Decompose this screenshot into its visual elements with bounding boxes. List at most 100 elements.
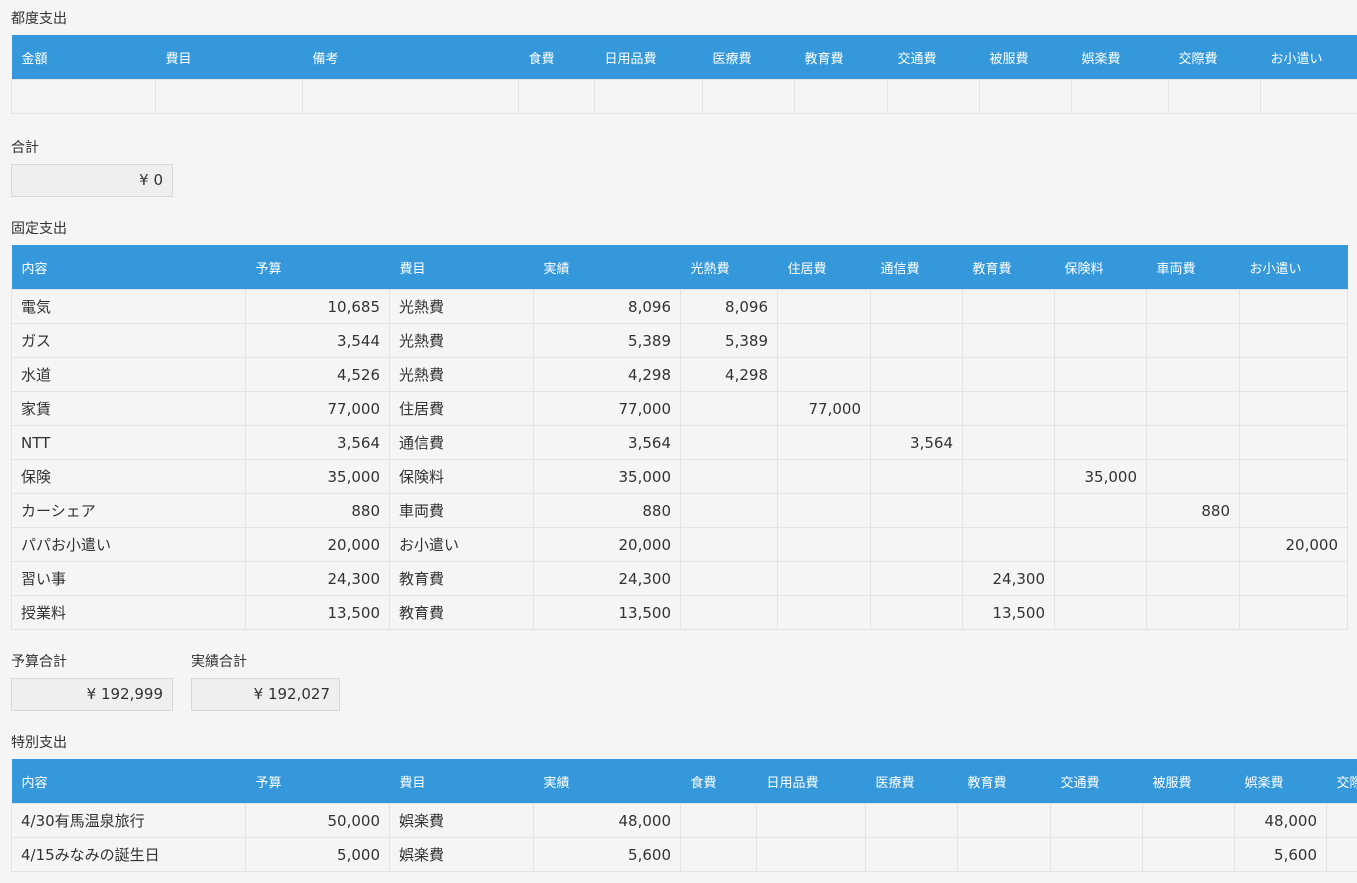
table-cell[interactable] (1239, 561, 1348, 596)
table-cell[interactable]: 24,300 (962, 561, 1055, 596)
table-cell[interactable]: 3,544 (245, 323, 390, 358)
table-cell[interactable] (957, 837, 1051, 872)
table-cell[interactable] (962, 357, 1055, 392)
table-cell[interactable] (1239, 391, 1348, 426)
table-cell[interactable] (1054, 561, 1147, 596)
table-cell[interactable] (1326, 803, 1357, 838)
table-cell[interactable]: 電気 (11, 289, 246, 324)
table-cell[interactable] (979, 79, 1072, 114)
table-cell[interactable]: 77,000 (777, 391, 871, 426)
table-cell[interactable] (962, 493, 1055, 528)
table-cell[interactable] (870, 391, 963, 426)
table-cell[interactable]: 車両費 (389, 493, 534, 528)
table-cell[interactable] (1054, 425, 1147, 460)
table-cell[interactable] (1146, 595, 1240, 630)
table-cell[interactable]: 4,298 (680, 357, 778, 392)
table-cell[interactable] (1146, 561, 1240, 596)
table-cell[interactable]: 保険料 (389, 459, 534, 494)
table-cell[interactable] (1146, 391, 1240, 426)
table-cell[interactable]: 10,685 (245, 289, 390, 324)
table-cell[interactable] (1054, 527, 1147, 562)
table-cell[interactable] (756, 803, 866, 838)
table-cell[interactable]: 4,298 (533, 357, 681, 392)
table-cell[interactable]: 娯楽費 (389, 803, 534, 838)
table-cell[interactable]: 77,000 (533, 391, 681, 426)
table-cell[interactable]: 教育費 (389, 595, 534, 630)
table-cell[interactable] (1054, 323, 1147, 358)
table-cell[interactable] (794, 79, 888, 114)
table-cell[interactable]: 8,096 (680, 289, 778, 324)
table-cell[interactable] (1050, 803, 1143, 838)
table-cell[interactable] (1054, 391, 1147, 426)
table-cell[interactable]: 4,526 (245, 357, 390, 392)
table-cell[interactable]: 光熱費 (389, 323, 534, 358)
table-cell[interactable] (518, 79, 595, 114)
table-cell[interactable] (870, 357, 963, 392)
table-cell[interactable]: ガス (11, 323, 246, 358)
table-cell[interactable]: 24,300 (245, 561, 390, 596)
table-cell[interactable]: 880 (1146, 493, 1240, 528)
table-cell[interactable]: 光熱費 (389, 357, 534, 392)
table-cell[interactable] (680, 561, 778, 596)
table-cell[interactable]: 48,000 (533, 803, 681, 838)
table-cell[interactable] (155, 79, 303, 114)
table-cell[interactable]: 4/30有馬温泉旅行 (11, 803, 246, 838)
table-cell[interactable] (870, 459, 963, 494)
table-cell[interactable] (1239, 595, 1348, 630)
table-cell[interactable] (1142, 803, 1235, 838)
table-cell[interactable] (1146, 425, 1240, 460)
table-cell[interactable] (777, 425, 871, 460)
table-cell[interactable] (957, 803, 1051, 838)
table-cell[interactable] (1050, 837, 1143, 872)
table-cell[interactable]: 教育費 (389, 561, 534, 596)
table-cell[interactable] (1054, 357, 1147, 392)
table-cell[interactable] (870, 595, 963, 630)
table-cell[interactable] (962, 289, 1055, 324)
table-cell[interactable]: 48,000 (1234, 803, 1327, 838)
table-cell[interactable] (702, 79, 795, 114)
table-cell[interactable] (962, 323, 1055, 358)
table-cell[interactable]: 習い事 (11, 561, 246, 596)
table-cell[interactable] (1239, 357, 1348, 392)
table-cell[interactable]: 娯楽費 (389, 837, 534, 872)
table-cell[interactable] (777, 595, 871, 630)
table-cell[interactable]: 5,389 (533, 323, 681, 358)
table-cell[interactable] (865, 803, 958, 838)
table-cell[interactable] (756, 837, 866, 872)
table-cell[interactable]: 13,500 (533, 595, 681, 630)
table-cell[interactable]: カーシェア (11, 493, 246, 528)
table-cell[interactable] (870, 493, 963, 528)
table-cell[interactable] (680, 493, 778, 528)
table-cell[interactable] (302, 79, 519, 114)
table-cell[interactable] (1146, 289, 1240, 324)
table-cell[interactable] (680, 459, 778, 494)
table-cell[interactable] (777, 323, 871, 358)
table-cell[interactable] (870, 323, 963, 358)
table-cell[interactable] (777, 289, 871, 324)
table-cell[interactable]: パパお小遣い (11, 527, 246, 562)
table-cell[interactable] (1239, 425, 1348, 460)
table-cell[interactable] (962, 459, 1055, 494)
table-cell[interactable] (870, 561, 963, 596)
table-cell[interactable]: NTT (11, 425, 246, 460)
table-cell[interactable] (1239, 323, 1348, 358)
table-cell[interactable]: 35,000 (1054, 459, 1147, 494)
table-cell[interactable] (962, 391, 1055, 426)
table-cell[interactable]: 13,500 (962, 595, 1055, 630)
table-cell[interactable] (680, 837, 757, 872)
table-cell[interactable]: 5,389 (680, 323, 778, 358)
table-cell[interactable] (962, 425, 1055, 460)
table-cell[interactable]: 50,000 (245, 803, 390, 838)
table-cell[interactable]: 5,600 (533, 837, 681, 872)
table-cell[interactable] (11, 79, 156, 114)
table-cell[interactable] (1146, 323, 1240, 358)
table-cell[interactable]: 77,000 (245, 391, 390, 426)
table-cell[interactable]: 通信費 (389, 425, 534, 460)
table-cell[interactable]: 20,000 (533, 527, 681, 562)
table-cell[interactable] (777, 561, 871, 596)
table-cell[interactable] (865, 837, 958, 872)
table-cell[interactable]: 20,000 (245, 527, 390, 562)
table-cell[interactable] (1071, 79, 1169, 114)
table-cell[interactable] (777, 357, 871, 392)
table-cell[interactable] (1142, 837, 1235, 872)
